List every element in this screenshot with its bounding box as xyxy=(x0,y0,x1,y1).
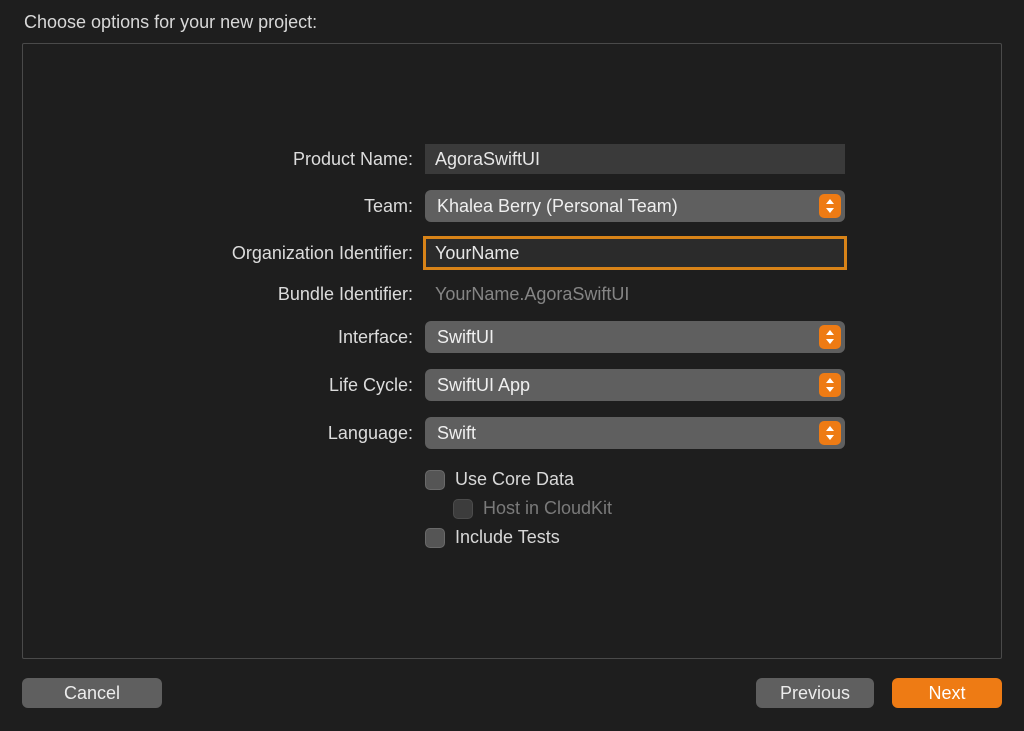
include-tests-checkbox[interactable]: Include Tests xyxy=(425,527,845,548)
product-name-label: Product Name: xyxy=(293,149,413,170)
dialog-footer: Cancel Previous Next xyxy=(22,659,1002,709)
life-cycle-select-value: SwiftUI App xyxy=(437,375,530,396)
host-cloudkit-label: Host in CloudKit xyxy=(483,498,612,519)
interface-label: Interface: xyxy=(338,327,413,348)
org-identifier-input[interactable] xyxy=(425,238,845,268)
previous-button[interactable]: Previous xyxy=(756,678,874,708)
life-cycle-label: Life Cycle: xyxy=(329,375,413,396)
org-identifier-label: Organization Identifier: xyxy=(232,243,413,264)
bundle-identifier-label: Bundle Identifier: xyxy=(278,284,413,305)
checkbox-icon xyxy=(425,470,445,490)
life-cycle-select[interactable]: SwiftUI App xyxy=(425,369,845,401)
updown-stepper-icon xyxy=(819,325,841,349)
team-select[interactable]: Khalea Berry (Personal Team) xyxy=(425,190,845,222)
use-core-data-label: Use Core Data xyxy=(455,469,574,490)
language-select-value: Swift xyxy=(437,423,476,444)
team-label: Team: xyxy=(364,196,413,217)
next-button[interactable]: Next xyxy=(892,678,1002,708)
interface-select[interactable]: SwiftUI xyxy=(425,321,845,353)
checkbox-icon xyxy=(453,499,473,519)
interface-select-value: SwiftUI xyxy=(437,327,494,348)
options-panel: Product Name: Team: Khalea Berry (Person… xyxy=(22,43,1002,659)
language-select[interactable]: Swift xyxy=(425,417,845,449)
product-name-input[interactable] xyxy=(425,144,845,174)
project-options-form: Product Name: Team: Khalea Berry (Person… xyxy=(23,144,1001,548)
host-cloudkit-checkbox: Host in CloudKit xyxy=(425,498,845,519)
bundle-identifier-value: YourName.AgoraSwiftUI xyxy=(425,284,845,305)
updown-stepper-icon xyxy=(819,373,841,397)
updown-stepper-icon xyxy=(819,421,841,445)
use-core-data-checkbox[interactable]: Use Core Data xyxy=(425,469,845,490)
include-tests-label: Include Tests xyxy=(455,527,560,548)
language-label: Language: xyxy=(328,423,413,444)
cancel-button[interactable]: Cancel xyxy=(22,678,162,708)
page-title: Choose options for your new project: xyxy=(24,12,1002,33)
team-select-value: Khalea Berry (Personal Team) xyxy=(437,196,678,217)
checkbox-icon xyxy=(425,528,445,548)
updown-stepper-icon xyxy=(819,194,841,218)
